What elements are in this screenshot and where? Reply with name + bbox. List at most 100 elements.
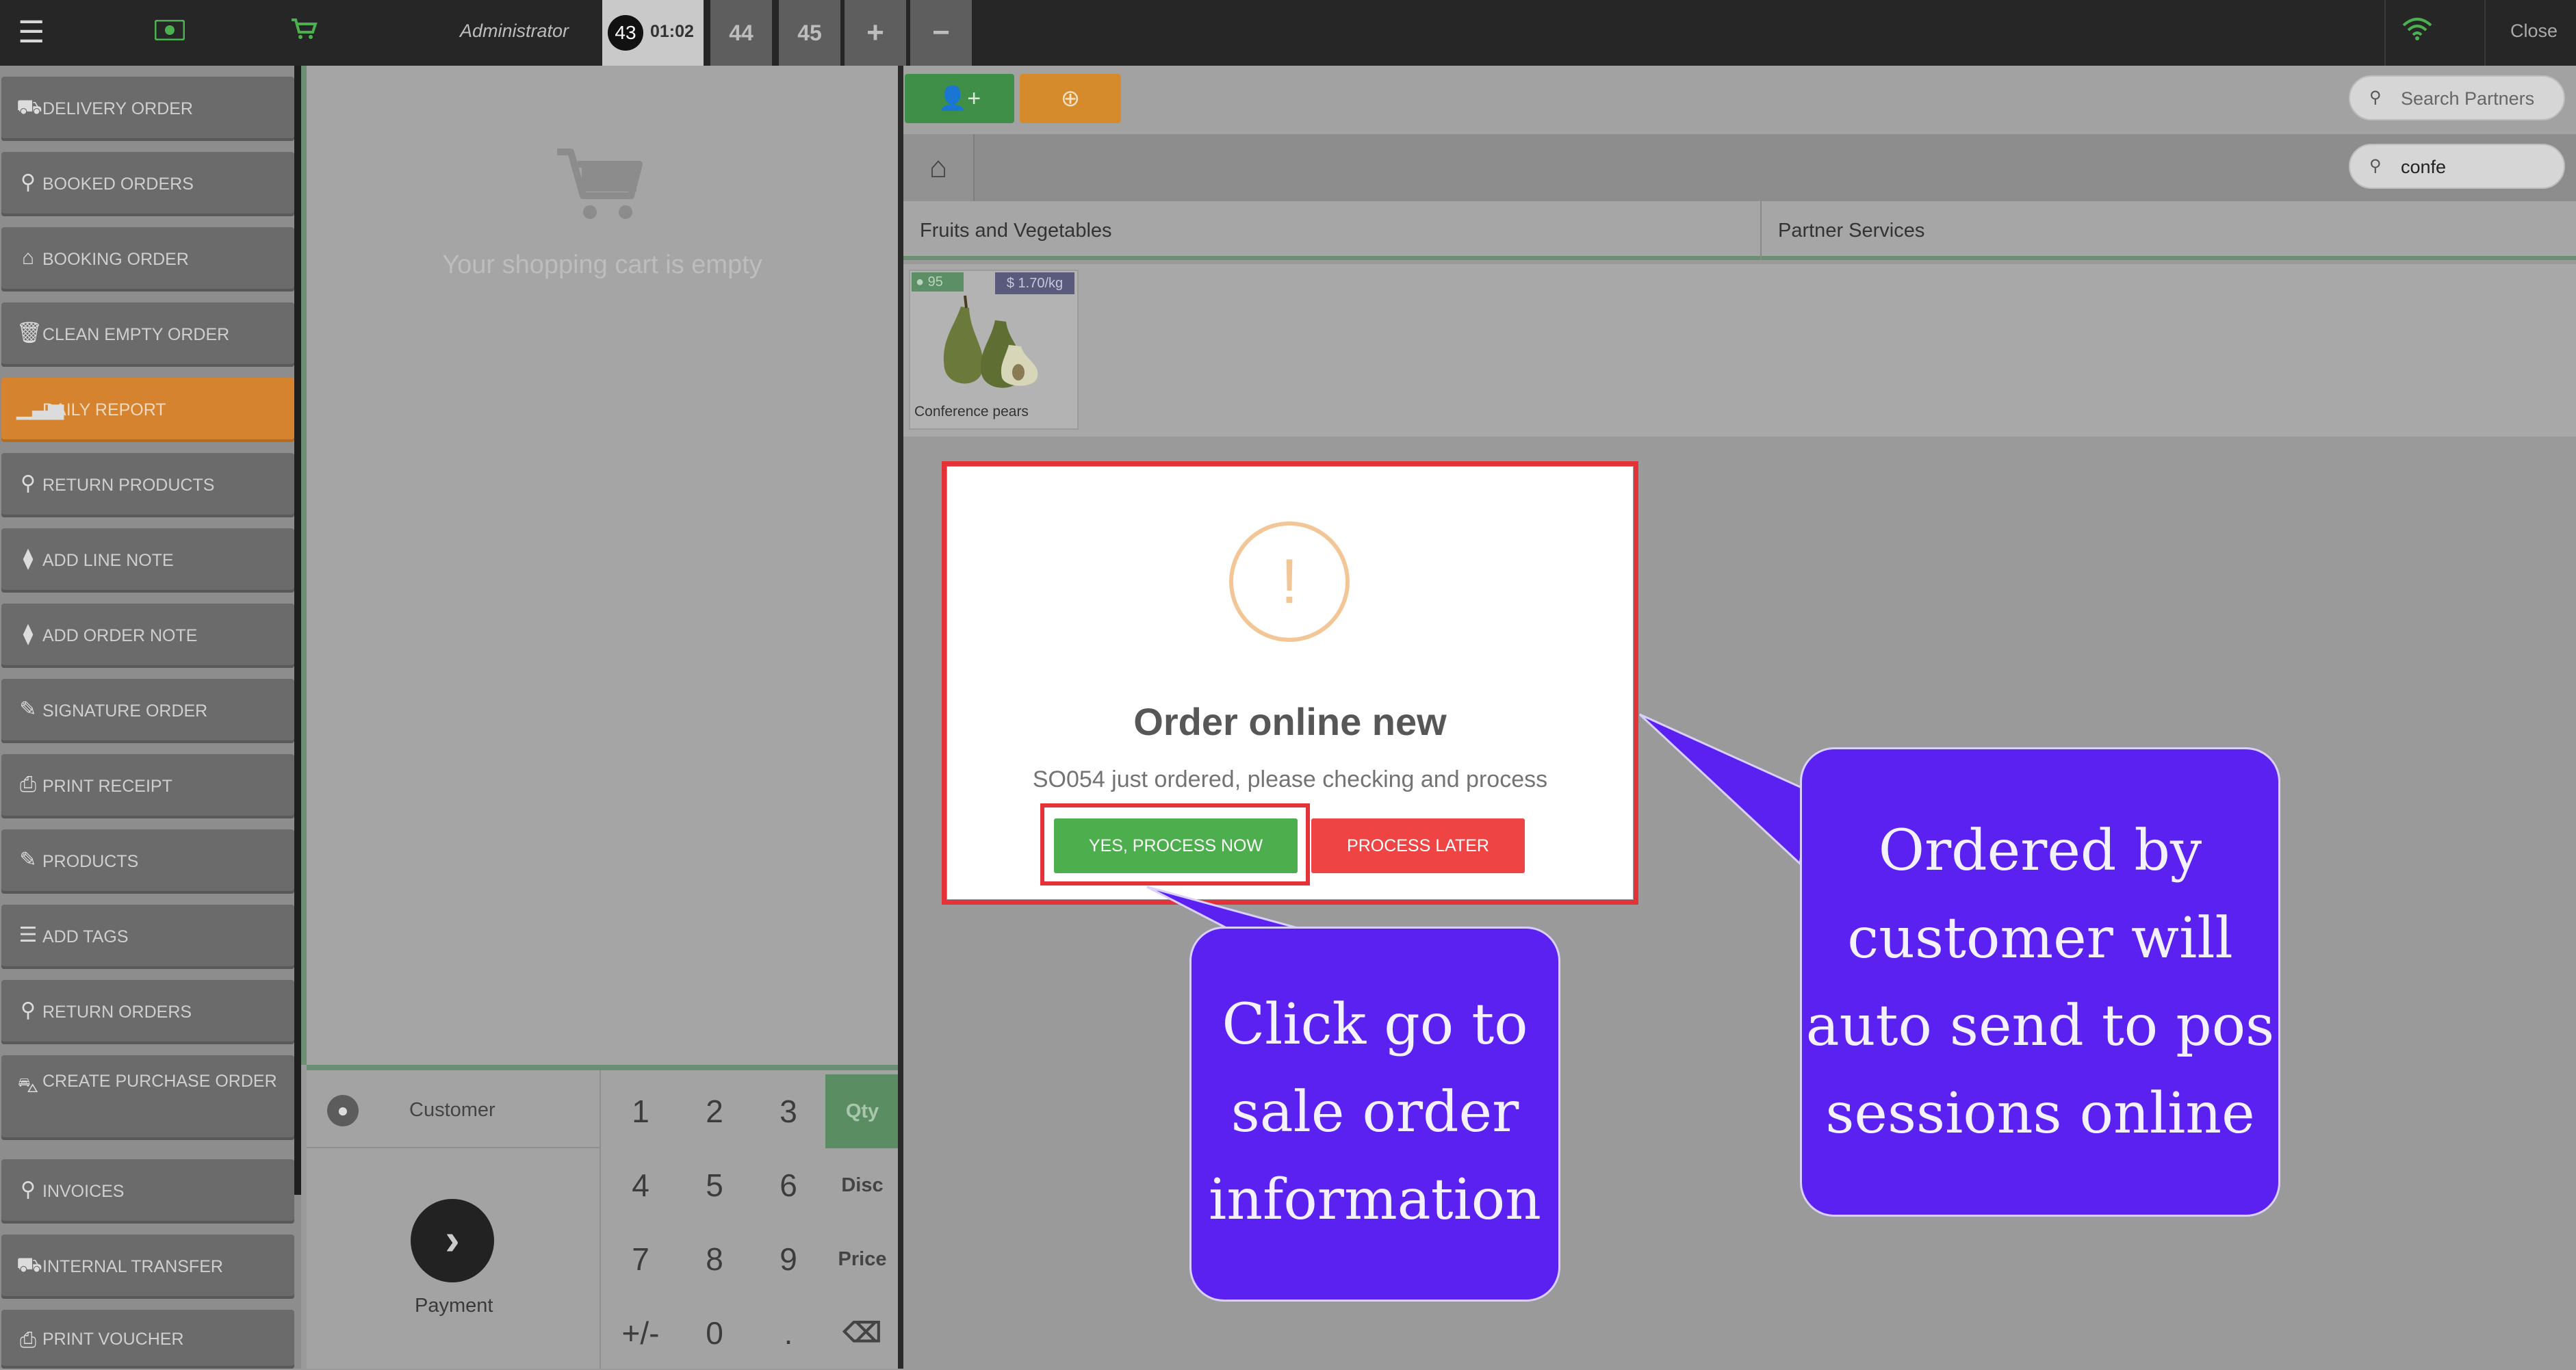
pear-image bbox=[933, 293, 1057, 399]
print-voucher-button[interactable]: ⎙ PRINT VOUCHER bbox=[1, 1310, 294, 1369]
numpad-key-9[interactable]: 9 bbox=[751, 1222, 825, 1296]
numpad-price-mode[interactable]: Price bbox=[825, 1222, 899, 1296]
cash-icon[interactable] bbox=[154, 16, 185, 47]
callout-line: sessions online bbox=[1825, 1081, 2255, 1146]
search-products-value: confe bbox=[2401, 157, 2447, 177]
process-later-button[interactable]: PROCESS LATER bbox=[1311, 818, 1525, 873]
button-label: CREATE PURCHASE ORDER bbox=[42, 1072, 277, 1091]
product-toolbar bbox=[903, 66, 2576, 134]
callout-line: Ordered by bbox=[1878, 818, 2202, 883]
button-label: INVOICES bbox=[42, 1182, 125, 1201]
numpad-key-5[interactable]: 5 bbox=[678, 1148, 751, 1222]
customer-label: Customer bbox=[409, 1099, 495, 1121]
order-tab-active[interactable]: 43 01:02 bbox=[602, 0, 704, 66]
plus-circle-icon: ⊕ bbox=[1060, 86, 1081, 112]
numpad-key-7[interactable]: 7 bbox=[604, 1222, 678, 1296]
dialog-title: Order online new bbox=[1133, 700, 1447, 743]
callout-line: customer will bbox=[1847, 906, 2233, 971]
home-icon[interactable]: ⌂ bbox=[903, 134, 975, 201]
topbar-divider bbox=[2484, 0, 2486, 66]
user-name: Administrator bbox=[460, 21, 569, 41]
products-button[interactable]: ✎ PRODUCTS bbox=[1, 829, 294, 894]
numpad-key-3[interactable]: 3 bbox=[751, 1074, 825, 1148]
create-purchase-order-button[interactable]: ⛍ CREATE PURCHASE ORDER bbox=[1, 1055, 294, 1140]
remove-order-button[interactable]: − bbox=[910, 0, 972, 66]
numpad-key-0[interactable]: 0 bbox=[678, 1296, 751, 1370]
numpad-key-6[interactable]: 6 bbox=[751, 1148, 825, 1222]
callout-right-text: Ordered by customer will auto send to po… bbox=[1800, 807, 2280, 1158]
stock-badge: ● 95 bbox=[912, 272, 964, 292]
payment-button[interactable]: › bbox=[411, 1199, 494, 1282]
return-products-button[interactable]: ⚲ RETURN PRODUCTS bbox=[1, 453, 294, 517]
booked-orders-button[interactable]: ⚲ BOOKED ORDERS bbox=[1, 152, 294, 216]
search-products-input[interactable]: ⚲ confe bbox=[2349, 144, 2565, 189]
empty-cart-message: Your shopping cart is empty bbox=[442, 250, 762, 279]
add-order-button[interactable]: + bbox=[845, 0, 906, 66]
price-tag: $ 1.70/kg bbox=[995, 272, 1074, 294]
dialog-message: SO054 just ordered, please checking and … bbox=[1032, 766, 1548, 792]
order-tab-44[interactable]: 44 bbox=[710, 0, 772, 66]
close-button[interactable]: Close bbox=[2510, 21, 2558, 42]
daily-report-button[interactable]: ▁▃▅ DAILY REPORT bbox=[1, 378, 294, 442]
numpad-key-2[interactable]: 2 bbox=[678, 1074, 751, 1148]
numpad-key-4[interactable]: 4 bbox=[604, 1148, 678, 1222]
button-label: BOOKED ORDERS bbox=[42, 175, 194, 194]
add-order-button[interactable]: ⊕ bbox=[1020, 74, 1121, 123]
cart-icon: ⛍ bbox=[17, 1074, 39, 1097]
button-label: ADD TAGS bbox=[42, 927, 129, 946]
basket-icon: ⌂ bbox=[21, 246, 35, 269]
breadcrumb bbox=[903, 134, 2576, 201]
print-receipt-button[interactable]: ⎙ PRINT RECEIPT bbox=[1, 754, 294, 818]
order-tab-45[interactable]: 45 bbox=[779, 0, 840, 66]
add-line-note-button[interactable]: ⧫ ADD LINE NOTE bbox=[1, 528, 294, 593]
callout-line: sale order bbox=[1231, 1080, 1519, 1145]
print-icon: ⎙ bbox=[20, 773, 36, 796]
sidebar-scrollbar[interactable] bbox=[294, 66, 301, 1195]
add-tags-button[interactable]: ☰ ADD TAGS bbox=[1, 905, 294, 969]
callout-pointer-right bbox=[1638, 713, 1814, 866]
cart-sync-icon[interactable] bbox=[290, 16, 318, 47]
truck-icon: ⛟ bbox=[16, 96, 42, 118]
backspace-icon[interactable]: ⌫ bbox=[825, 1296, 899, 1370]
numpad-sign-toggle[interactable]: +/- bbox=[604, 1296, 678, 1370]
button-label: PRODUCTS bbox=[42, 852, 139, 871]
pane-divider bbox=[898, 66, 903, 1369]
button-label: PRINT VOUCHER bbox=[42, 1330, 184, 1349]
menu-list-icon[interactable]: ☰ bbox=[18, 15, 44, 50]
clean-empty-order-button[interactable]: 🗑 CLEAN EMPTY ORDER bbox=[1, 302, 294, 367]
order-number-badge: 43 bbox=[608, 15, 643, 51]
booking-order-button[interactable]: ⌂ BOOKING ORDER bbox=[1, 227, 294, 292]
button-label: SIGNATURE ORDER bbox=[42, 701, 208, 721]
internal-transfer-button[interactable]: ⛟ INTERNAL TRANSFER bbox=[1, 1235, 294, 1299]
delivery-order-button[interactable]: ⛟ DELIVERY ORDER bbox=[1, 77, 294, 141]
category-partner-services[interactable]: Partner Services bbox=[1762, 201, 2576, 260]
truck-icon: ⛟ bbox=[16, 1254, 42, 1276]
sliders-icon: ☰ bbox=[18, 924, 38, 946]
signature-order-button[interactable]: ✎ SIGNATURE ORDER bbox=[1, 679, 294, 743]
numpad-decimal[interactable]: . bbox=[751, 1296, 825, 1370]
callout-line: Click go to bbox=[1222, 992, 1528, 1057]
search-partners-input[interactable]: ⚲ Search Partners bbox=[2349, 75, 2565, 120]
order-time: 01:02 bbox=[650, 22, 694, 41]
product-grid bbox=[903, 264, 2576, 437]
shopping-cart-icon bbox=[554, 146, 643, 225]
numpad-key-1[interactable]: 1 bbox=[604, 1074, 678, 1148]
exclamation-icon: ! bbox=[1280, 547, 1298, 617]
numpad-disc-mode[interactable]: Disc bbox=[825, 1148, 899, 1222]
user-icon: ● bbox=[327, 1095, 359, 1126]
button-label: ADD LINE NOTE bbox=[42, 551, 174, 570]
invoices-button[interactable]: ⚲ INVOICES bbox=[1, 1159, 294, 1224]
button-label: BOOKING ORDER bbox=[42, 250, 189, 269]
category-fruits-vegetables[interactable]: Fruits and Vegetables bbox=[903, 201, 1760, 260]
button-label: PRINT RECEIPT bbox=[42, 777, 172, 796]
add-customer-button[interactable]: 👤+ bbox=[905, 74, 1014, 123]
numpad-key-8[interactable]: 8 bbox=[678, 1222, 751, 1296]
search-icon: ⚲ bbox=[21, 171, 36, 194]
payment-label: Payment bbox=[415, 1295, 493, 1317]
add-order-note-button[interactable]: ⧫ ADD ORDER NOTE bbox=[1, 604, 294, 668]
wifi-icon bbox=[2402, 16, 2432, 47]
button-label: DELIVERY ORDER bbox=[42, 99, 193, 118]
numpad-qty-mode[interactable]: Qty bbox=[825, 1074, 899, 1148]
return-orders-button[interactable]: ⚲ RETURN ORDERS bbox=[1, 980, 294, 1044]
callout-line: information bbox=[1209, 1167, 1541, 1232]
